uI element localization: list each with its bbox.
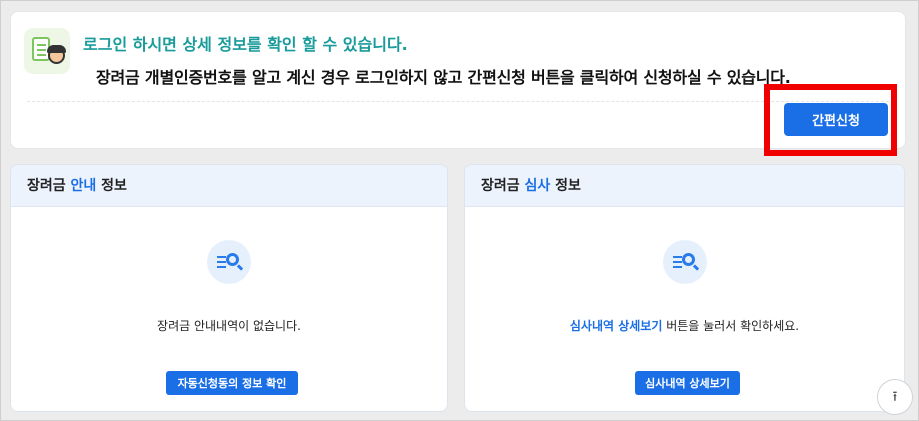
guide-info-panel: 장려금 안내 정보 장려금 안내내역이 없습니다. 자동신청동의 정보 확인 [10,164,448,412]
notice-description: 장려금 개별인증번호를 알고 계신 경우 로그인하지 않고 간편신청 버튼을 클… [96,68,791,87]
list-search-icon [662,240,707,284]
review-hint-message: 심사내역 상세보기 버튼을 눌러서 확인하세요. [465,317,904,334]
guide-title-suffix: 정보 [96,178,127,194]
guide-panel-title: 장려금 안내 정보 [11,165,447,207]
guide-empty-message: 장려금 안내내역이 없습니다. [157,319,301,333]
divider [27,101,889,102]
guide-title-accent: 안내 [70,178,97,194]
review-hint-rest: 버튼을 눌러서 확인하세요. [662,319,800,333]
login-notice-card: 로그인 하시면 상세 정보를 확인 할 수 있습니다. 장려금 개별인증번호를 … [10,11,906,149]
review-title-prefix: 장려금 [481,178,525,194]
page-frame: 로그인 하시면 상세 정보를 확인 할 수 있습니다. 장려금 개별인증번호를 … [0,0,919,421]
review-title-accent: 심사 [524,178,551,194]
review-detail-button[interactable]: 심사내역 상세보기 [635,371,740,395]
simple-apply-button[interactable]: 간편신청 [784,103,888,136]
review-title-suffix: 정보 [550,178,581,194]
scroll-to-top-button[interactable]: ⭱ [877,379,913,415]
review-hint-accent: 심사내역 상세보기 [569,319,663,333]
review-panel-title: 장려금 심사 정보 [465,165,904,207]
guide-title-prefix: 장려금 [27,178,71,194]
arrow-up-icon: ⭱ [892,389,898,405]
document-person-icon [24,28,70,74]
notice-title: 로그인 하시면 상세 정보를 확인 할 수 있습니다. [83,35,408,54]
auto-apply-consent-button[interactable]: 자동신청동의 정보 확인 [166,371,298,395]
review-info-panel: 장려금 심사 정보 심사내역 상세보기 버튼을 눌러서 확인하세요. 심사내역 … [464,164,905,412]
list-search-icon [207,240,251,284]
